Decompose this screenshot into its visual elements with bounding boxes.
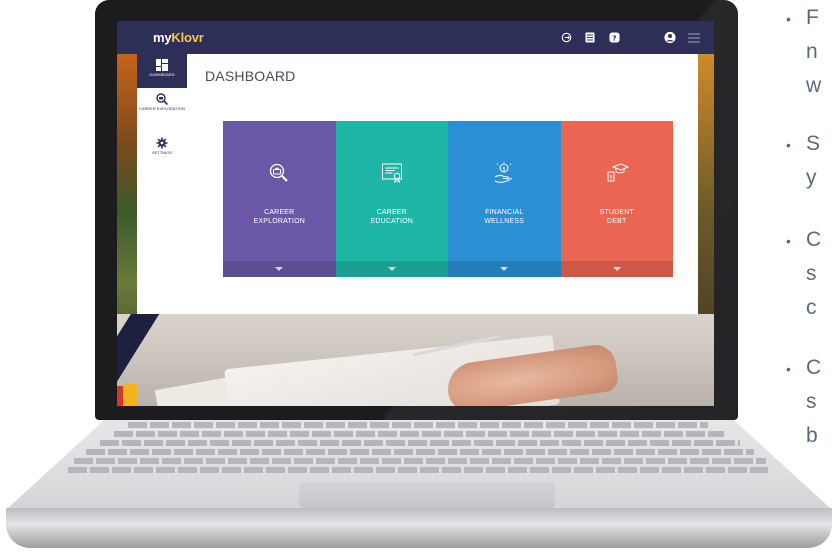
svg-text:$: $ — [502, 166, 506, 172]
caret-down-icon — [275, 267, 283, 271]
magnifier-briefcase-icon — [156, 92, 169, 106]
bullet-dot: • — [786, 233, 791, 249]
help-icon[interactable]: ? — [608, 32, 620, 44]
money-hand-icon: $ — [492, 161, 516, 185]
topbar-icons: ? — [560, 21, 700, 54]
caret-down-icon — [387, 267, 396, 271]
key-row — [100, 440, 740, 446]
caret-down-icon — [500, 267, 508, 271]
trackpad — [299, 482, 555, 508]
card-expander[interactable] — [560, 261, 673, 277]
card-student-debt[interactable]: $ STUDENT DEBT — [560, 121, 673, 277]
sidebar-item-settings[interactable]: SETTINGS — [137, 132, 187, 166]
sidebar-item-career-exploration[interactable]: CAREER EXPLORATION — [137, 88, 187, 128]
brand-stripe-yellow — [123, 384, 137, 406]
card-title: STUDENT DEBT — [599, 209, 634, 225]
graduation-cap-icon: $ — [605, 161, 629, 185]
screen: myKlovr ? DASHBOARD CAREER EXPLORATION S… — [117, 21, 714, 406]
laptop-base — [6, 404, 832, 552]
key-row — [128, 422, 708, 428]
bullet-dot: • — [786, 11, 791, 27]
card-title: CAREER EDUCATION — [370, 209, 413, 225]
card-expander[interactable] — [223, 261, 336, 277]
key-row — [114, 431, 724, 437]
card-title: CAREER EXPLORATION — [253, 209, 305, 225]
gear-icon — [156, 136, 168, 149]
key-row — [86, 449, 754, 455]
app-logo[interactable]: myKlovr — [153, 30, 204, 45]
svg-text:$: $ — [609, 175, 612, 181]
certificate-icon — [380, 161, 404, 185]
key-row — [68, 467, 768, 473]
notes-icon[interactable] — [584, 32, 596, 44]
dashboard-cards: CAREER EXPLORATION CAREER EDUCATION $ FINA… — [223, 121, 673, 277]
bullet-dot: • — [786, 137, 791, 153]
bullet-dot: • — [786, 361, 791, 377]
laptop-mockup: • F n w • S y • C s c • C s b myKlovr ? … — [0, 0, 832, 552]
menu-icon[interactable] — [688, 32, 700, 44]
sidebar-item-dashboard[interactable]: DASHBOARD — [137, 54, 187, 88]
magnifier-briefcase-icon — [267, 161, 291, 185]
page-title: DASHBOARD — [205, 68, 296, 84]
laptop-front-edge — [6, 508, 832, 548]
card-career-education[interactable]: CAREER EDUCATION — [335, 121, 448, 277]
card-title: FINANCIAL WELLNESS — [484, 209, 525, 225]
svg-text:?: ? — [612, 33, 616, 42]
card-career-exploration[interactable]: CAREER EXPLORATION — [223, 121, 336, 277]
keyboard — [68, 420, 768, 478]
card-expander[interactable] — [335, 261, 448, 277]
caret-down-icon — [612, 267, 621, 271]
dashboard-icon — [156, 58, 168, 71]
logout-icon[interactable] — [560, 32, 572, 44]
hero-photo-studying — [117, 314, 714, 406]
key-row — [74, 458, 766, 464]
card-financial-wellness[interactable]: $ FINANCIAL WELLNESS — [448, 121, 561, 277]
top-navigation-bar: myKlovr ? — [117, 21, 714, 54]
profile-icon[interactable] — [664, 31, 676, 44]
card-expander[interactable] — [448, 261, 561, 277]
